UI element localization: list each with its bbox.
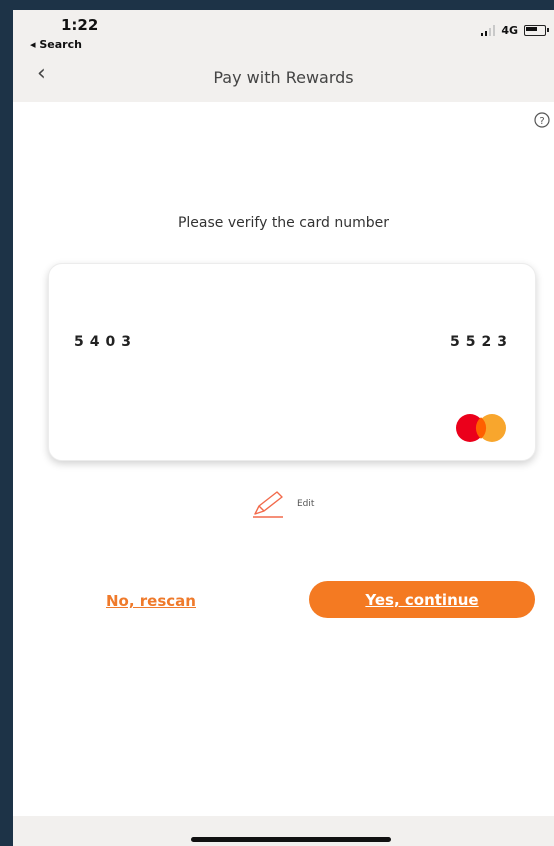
status-time: 1:22 — [61, 16, 99, 34]
bottom-bar — [13, 816, 554, 846]
continue-button[interactable]: Yes, continue — [309, 581, 535, 618]
edit-button[interactable]: Edit — [251, 490, 314, 518]
pencil-icon — [253, 491, 283, 518]
edit-label: Edit — [297, 499, 315, 509]
verify-instruction: Please verify the card number — [177, 215, 390, 231]
svg-text:?: ? — [539, 116, 544, 127]
card-last-digits: 5523 — [450, 334, 513, 350]
network-type: 4G — [501, 24, 518, 37]
page-title: Pay with Rewards — [213, 68, 354, 87]
card-first-digits: 5403 — [74, 334, 137, 350]
top-bar: 1:22 ◂ Search 4G ‹ Pay with Rewards — [13, 10, 554, 102]
card-preview: 5403 5523 — [48, 263, 536, 461]
home-indicator[interactable] — [191, 837, 391, 842]
app-screen: 1:22 ◂ Search 4G ‹ Pay with Rewards ? Pl… — [13, 10, 554, 846]
battery-icon — [524, 25, 549, 36]
mastercard-logo-icon — [456, 414, 506, 442]
signal-icon — [481, 25, 496, 36]
question-circle-icon[interactable]: ? — [534, 112, 550, 128]
status-indicators: 4G — [481, 24, 549, 37]
back-to-search-link[interactable]: ◂ Search — [30, 38, 82, 51]
rescan-button[interactable]: No, rescan — [106, 592, 196, 610]
